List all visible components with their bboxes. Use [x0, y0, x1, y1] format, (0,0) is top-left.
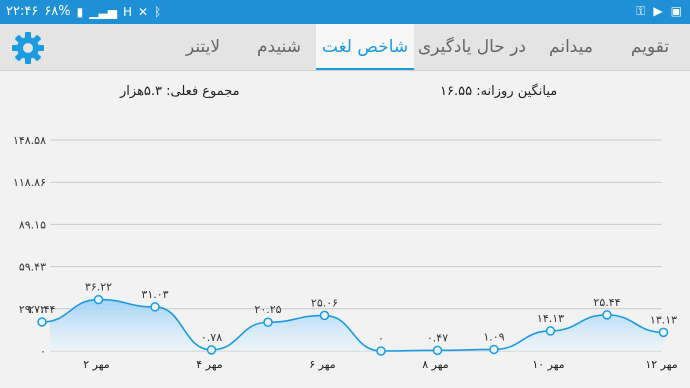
data-point: [319, 310, 330, 321]
tab-heard[interactable]: شنیدم: [246, 24, 312, 70]
data-label: ۲۰.۲۵: [254, 303, 281, 316]
data-point: [489, 344, 499, 355]
bluetooth-icon: ᛒ: [154, 4, 162, 19]
data-label: ۲۰.۴۴: [28, 303, 55, 316]
clock: ۲۲:۴۶: [6, 4, 39, 19]
x-tick-label: ۲ مهر: [83, 358, 110, 371]
settings-gear-icon[interactable]: [10, 30, 46, 66]
y-tick-label: ۵۹.۴۳: [19, 261, 46, 274]
network-icon: H: [122, 4, 132, 19]
x-tick-label: ۱۰ مهر: [532, 358, 564, 371]
data-point: [263, 317, 273, 327]
no-sim-icon: ✕: [137, 4, 149, 19]
word-index-chart: ۱۴۸.۵۸۱۱۸.۸۶۸۹.۱۵۵۹.۴۳۲۹.۷۲۰ ۲۰.۴۴۳۶.۲۲۳…: [13, 134, 678, 371]
data-label: ۲۵.۰۶: [311, 296, 338, 309]
y-tick-label: ۱۴۸.۵۸: [13, 134, 46, 147]
data-label: ۲۵.۴۴: [593, 296, 620, 309]
data-point: [432, 345, 443, 356]
y-tick-label: ۸۹.۱۵: [19, 218, 46, 231]
tab-word-index[interactable]: شاخص لغت: [316, 24, 414, 70]
tab-bar: لایتنر شنیدم شاخص لغت در حال یادگیری مید…: [0, 24, 690, 71]
data-point: [150, 302, 160, 312]
x-tick-label: ۱۲ مهر: [645, 358, 677, 371]
data-label: ۱۳.۱۳: [650, 313, 677, 326]
gallery-icon: ▣: [670, 4, 682, 18]
data-label: ۱۴.۱۳: [537, 312, 564, 325]
area-fill: [42, 299, 664, 351]
signal-icon: ▁▃▅: [89, 4, 117, 19]
total-summary: مجموع فعلی: ۵.۳هزار: [120, 84, 240, 99]
data-label: ۳۱.۰۳: [141, 288, 168, 301]
tab-calendar[interactable]: تقویم: [618, 24, 682, 70]
data-point: [602, 310, 612, 320]
battery-percent: ۶۸%: [44, 4, 71, 19]
data-label: ۰.۴۷: [427, 331, 448, 344]
data-label: ۰: [378, 332, 384, 345]
x-tick-label: ۴ مهر: [196, 358, 223, 371]
status-bar: ۲۲:۴۶ ۶۸% ▮ ▁▃▅ H ✕ ᛒ ⚿ ▶ ▣: [0, 0, 690, 24]
x-tick-label: ۶ مهر: [309, 358, 336, 371]
data-point: [93, 294, 104, 305]
tab-learning[interactable]: در حال یادگیری: [416, 24, 528, 70]
data-point: [206, 345, 217, 355]
y-tick-label: ۱۱۸.۸۶: [13, 176, 46, 189]
data-label: ۳۶.۲۲: [85, 281, 112, 294]
youtube-icon: ▶: [653, 4, 663, 18]
data-label: ۱.۰۹: [483, 330, 504, 343]
data-label: ۰.۷۸: [201, 331, 222, 344]
tab-leitner[interactable]: لایتنر: [168, 24, 238, 70]
x-tick-label: ۸ مهر: [422, 358, 449, 371]
key-icon: ⚿: [636, 4, 646, 18]
data-point: [545, 326, 556, 336]
battery-icon: ▮: [76, 4, 84, 19]
daily-average: میانگین روزانه: ۱۶.۵۵: [440, 84, 558, 99]
data-point: [37, 317, 47, 327]
y-tick-label: ۰: [40, 345, 46, 358]
tab-known[interactable]: میدانم: [532, 24, 610, 70]
x-axis-labels: ۲ مهر ۴ مهر ۶ مهر ۸ مهر ۱۰ مهر ۱۲ مهر: [83, 358, 678, 371]
data-point: [376, 346, 386, 356]
data-point: [658, 327, 669, 338]
